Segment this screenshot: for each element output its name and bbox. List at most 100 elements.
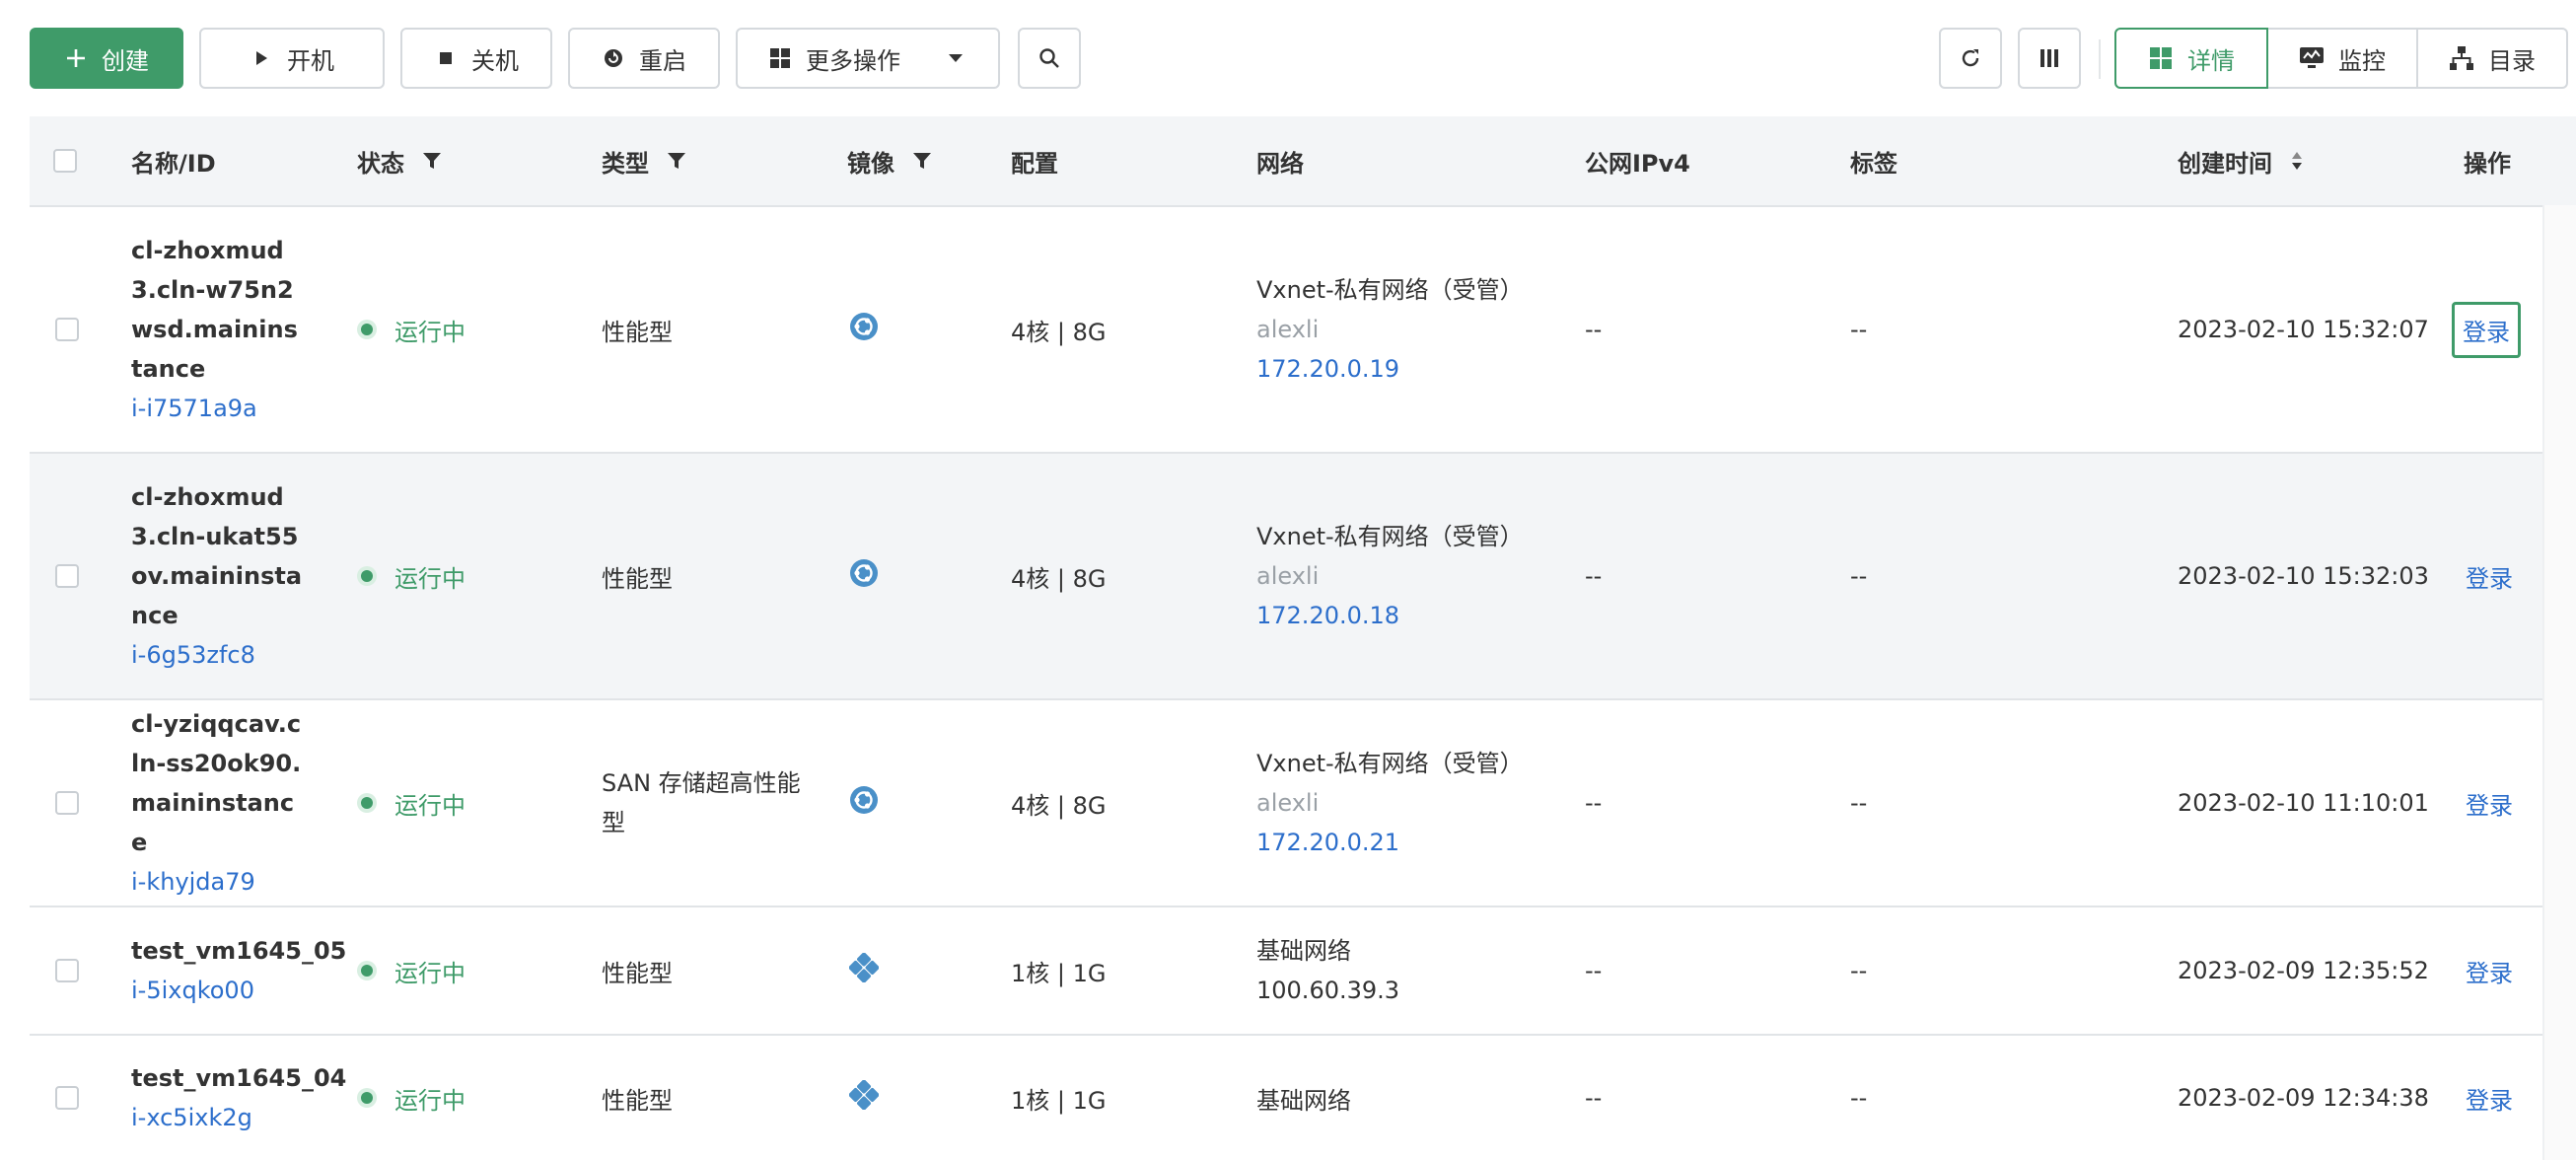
ipv4-cell: -- [1585, 207, 1602, 452]
created-time: 2023-02-09 12:35:52 [2178, 957, 2429, 984]
image-os-icon[interactable] [849, 312, 879, 347]
row-checkbox[interactable] [55, 318, 79, 341]
sort-icon[interactable] [2290, 150, 2304, 172]
instance-id-link[interactable]: i-i7571a9a [131, 389, 309, 428]
status-dot-icon [361, 1092, 373, 1104]
instance-id-link[interactable]: i-xc5ixk2g [131, 1098, 346, 1137]
login-button[interactable]: 登录 [2466, 954, 2513, 988]
status-badge: 运行中 [361, 1081, 465, 1116]
row-checkbox[interactable] [55, 791, 79, 815]
row-checkbox[interactable] [55, 564, 79, 588]
created-cell: 2023-02-09 12:34:38 [2178, 1036, 2429, 1160]
type-text: 性能型 [602, 1086, 673, 1115]
restart-button[interactable]: 重启 [568, 28, 720, 89]
start-button[interactable]: 开机 [199, 28, 385, 89]
image-os-icon[interactable] [849, 558, 879, 594]
network-ip-link[interactable]: 172.20.0.18 [1256, 596, 1524, 635]
config-cell: 1核 | 1G [1011, 1036, 1106, 1160]
table-header: 名称/ID 状态 类型 镜像 配置 网络 公网IPv4 标签 创建时间 操作 [30, 116, 2576, 207]
more-actions-label: 更多操作 [806, 46, 900, 75]
tags-cell: -- [1850, 207, 1867, 452]
type-text: 性能型 [602, 564, 673, 593]
network-owner: alexli [1256, 789, 1320, 817]
stop-icon [434, 46, 458, 70]
config-cell: 1核 | 1G [1011, 907, 1106, 1034]
play-icon [250, 46, 273, 70]
name-cell: test_vm1645_05 i-5ixqko00 [131, 907, 346, 1034]
config-text: 1核 | 1G [1011, 959, 1107, 987]
status-text: 运行中 [394, 1086, 465, 1115]
search-button[interactable] [1018, 28, 1081, 89]
filter-icon[interactable] [667, 151, 686, 171]
ipv4-text: -- [1585, 789, 1603, 817]
monitor-icon [2299, 45, 2325, 71]
refresh-button[interactable] [1939, 28, 2002, 89]
network-ip-link[interactable]: 172.20.0.21 [1256, 823, 1524, 862]
login-button[interactable]: 登录 [2466, 786, 2513, 821]
ipv4-cell: -- [1585, 700, 1602, 906]
image-os-icon[interactable] [849, 785, 879, 821]
action-cell: 登录 [2466, 907, 2513, 1034]
col-tags: 标签 [1850, 116, 1897, 205]
instance-table: 名称/ID 状态 类型 镜像 配置 网络 公网IPv4 标签 创建时间 操作 c… [30, 116, 2576, 1160]
filter-icon[interactable] [422, 151, 442, 171]
network-cell: Vxnet-私有网络（受管） alexli 172.20.0.21 [1256, 700, 1524, 906]
start-button-label: 开机 [287, 46, 334, 75]
instance-id-link[interactable]: i-6g53zfc8 [131, 635, 309, 675]
view-monitor-button[interactable]: 监控 [2268, 28, 2418, 89]
action-cell: 登录 [2452, 207, 2521, 452]
tags-text: -- [1850, 957, 1868, 984]
vertical-scrollbar[interactable] [2542, 205, 2576, 1160]
row-checkbox[interactable] [55, 959, 79, 982]
network-owner: alexli [1256, 562, 1320, 590]
network-name: 基础网络 [1256, 1086, 1351, 1115]
login-button[interactable]: 登录 [2466, 559, 2513, 594]
col-created[interactable]: 创建时间 [2178, 116, 2304, 205]
network-name: Vxnet-私有网络（受管） [1256, 276, 1524, 304]
more-actions-dropdown[interactable]: 更多操作 [736, 28, 1000, 89]
instance-name: cl-zhoxmud3.cln-w75n2wsd.maininstance [131, 237, 298, 383]
column-settings-button[interactable] [2018, 28, 2081, 89]
select-all-checkbox[interactable] [53, 149, 77, 173]
row-checkbox-cell [55, 454, 79, 698]
type-cell: 性能型 [602, 907, 673, 1034]
ipv4-text: -- [1585, 957, 1603, 984]
network-cell: 基础网络 [1256, 1036, 1351, 1160]
row-checkbox[interactable] [55, 1086, 79, 1110]
login-button[interactable]: 登录 [2452, 301, 2521, 358]
restart-icon [602, 46, 625, 70]
col-image[interactable]: 镜像 [847, 116, 932, 205]
grid-icon [2148, 45, 2174, 71]
network-ip-link[interactable]: 172.20.0.19 [1256, 349, 1524, 389]
type-cell: 性能型 [602, 207, 673, 452]
refresh-icon [1959, 46, 1982, 70]
stop-button[interactable]: 关机 [400, 28, 552, 89]
config-text: 4核 | 8G [1011, 791, 1107, 820]
image-cell [849, 700, 879, 906]
image-os-icon-alt[interactable] [848, 952, 880, 988]
create-button[interactable]: 创建 [30, 28, 183, 89]
col-type[interactable]: 类型 [602, 116, 686, 205]
image-os-icon-alt[interactable] [848, 1079, 880, 1116]
view-catalog-button[interactable]: 目录 [2418, 28, 2568, 89]
view-detail-button[interactable]: 详情 [2114, 28, 2268, 89]
filter-icon[interactable] [912, 151, 932, 171]
status-badge: 运行中 [361, 559, 465, 594]
table-row: cl-zhoxmud3.cln-ukat55ov.maininstance i-… [30, 454, 2546, 700]
ipv4-text: -- [1585, 562, 1603, 590]
network-cell: Vxnet-私有网络（受管） alexli 172.20.0.19 [1256, 207, 1524, 452]
instance-name: cl-zhoxmud3.cln-ukat55ov.maininstance [131, 483, 303, 629]
col-created-label: 创建时间 [2178, 149, 2272, 178]
instance-id-link[interactable]: i-khyjda79 [131, 862, 309, 902]
status-dot-icon [361, 570, 373, 582]
col-ipv4-label: 公网IPv4 [1585, 149, 1690, 178]
login-button[interactable]: 登录 [2466, 1081, 2513, 1116]
ipv4-text: -- [1585, 316, 1603, 343]
type-cell: 性能型 [602, 454, 673, 698]
type-cell: SAN 存储超高性能型 [602, 700, 809, 906]
tags-text: -- [1850, 789, 1868, 817]
instance-id-link[interactable]: i-5ixqko00 [131, 971, 346, 1010]
toolbar: 创建 开机 关机 重启 更多操作 详情 监控 目录 [30, 28, 2574, 93]
ipv4-cell: -- [1585, 454, 1602, 698]
col-status[interactable]: 状态 [357, 116, 442, 205]
